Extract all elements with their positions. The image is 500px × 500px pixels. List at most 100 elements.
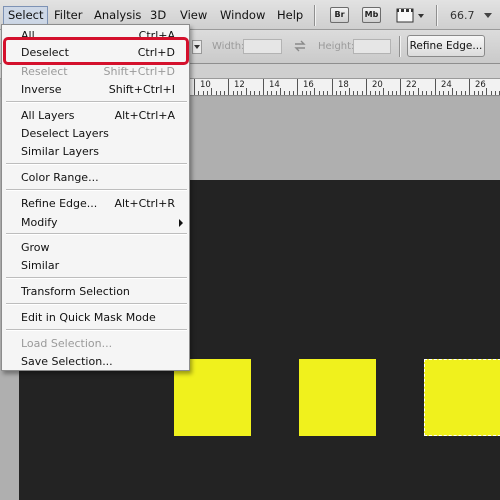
- ruler-tick: [267, 91, 269, 95]
- ruler-tick: [353, 91, 355, 95]
- ruler-tick: [271, 91, 273, 95]
- ruler-tick: [305, 91, 307, 95]
- menu-view[interactable]: View: [180, 7, 207, 24]
- menu-separator: [6, 329, 187, 330]
- ruler-tick: [241, 91, 243, 95]
- chevron-down-icon[interactable]: [484, 13, 492, 18]
- ruler-label: 24: [441, 80, 452, 90]
- ruler-tick: [318, 91, 320, 95]
- menu-separator: [6, 189, 187, 190]
- ruler-tick: [447, 91, 449, 95]
- ruler-tick: [434, 79, 436, 95]
- width-input[interactable]: [243, 39, 282, 54]
- options-divider: [399, 36, 400, 57]
- ruler-tick: [464, 91, 466, 95]
- deselect-highlight: [3, 37, 189, 65]
- ruler-label: 26: [475, 80, 486, 90]
- ruler-label: 12: [234, 80, 245, 90]
- ruler-tick: [258, 91, 260, 95]
- bridge-button[interactable]: Br: [330, 7, 349, 23]
- ruler-tick: [237, 91, 238, 95]
- ruler-tick: [409, 91, 410, 95]
- ruler-tick: [486, 88, 488, 95]
- ruler-tick: [421, 91, 423, 95]
- ruler-tick: [495, 91, 496, 95]
- ruler-tick: [301, 91, 303, 95]
- ruler-tick: [348, 88, 350, 95]
- menu-window[interactable]: Window: [220, 7, 265, 24]
- ruler-tick: [206, 91, 208, 95]
- ruler-tick: [374, 91, 376, 95]
- zoom-level[interactable]: 66.7: [450, 7, 475, 24]
- ruler-tick: [249, 91, 251, 95]
- ruler-tick: [335, 91, 337, 95]
- ruler-tick: [297, 79, 299, 95]
- select-menu: All Ctrl+A Deselect Ctrl+D Reselect Shif…: [1, 24, 190, 371]
- menubar-divider: [314, 5, 315, 26]
- height-input[interactable]: [353, 39, 391, 54]
- ruler-tick: [477, 91, 479, 95]
- style-dropdown-icon[interactable]: [192, 40, 202, 54]
- menu-select[interactable]: Select: [3, 6, 49, 25]
- menu-analysis[interactable]: Analysis: [94, 7, 141, 24]
- ruler-tick: [391, 91, 393, 95]
- menu-separator: [6, 303, 187, 304]
- ruler-tick: [224, 91, 226, 95]
- menu-separator: [6, 233, 187, 234]
- ruler-tick: [219, 91, 221, 95]
- ruler-tick: [194, 79, 195, 95]
- ruler-tick: [383, 88, 385, 95]
- selected-yellow-square[interactable]: [424, 359, 500, 436]
- mini-bridge-button[interactable]: Mb: [362, 7, 381, 23]
- menu-3d[interactable]: 3D: [150, 7, 166, 24]
- horizontal-ruler[interactable]: 10 12 14 16 18 20 22 24 26: [190, 79, 500, 96]
- ruler-tick: [370, 91, 372, 95]
- ruler-tick: [344, 91, 346, 95]
- ruler-tick: [413, 91, 415, 95]
- ruler-tick: [314, 88, 316, 95]
- ruler-tick: [284, 91, 286, 95]
- ruler-tick: [400, 79, 402, 95]
- ruler-tick: [340, 91, 342, 95]
- ruler-label: 14: [269, 80, 280, 90]
- ruler-tick: [426, 91, 428, 95]
- ruler-tick: [327, 91, 329, 95]
- ruler-tick: [280, 88, 281, 95]
- ruler-tick: [202, 91, 204, 95]
- menu-separator: [6, 277, 187, 278]
- ruler-tick: [366, 79, 367, 95]
- ruler-tick: [443, 91, 445, 95]
- screen-mode-icon[interactable]: [396, 8, 426, 27]
- ruler-label: 22: [406, 80, 417, 90]
- ruler-label: 10: [200, 80, 211, 90]
- height-label: Height:: [318, 41, 355, 52]
- menu-separator: [6, 163, 187, 164]
- ruler-tick: [378, 91, 380, 95]
- ruler-tick: [357, 91, 359, 95]
- ruler-tick: [404, 91, 406, 95]
- ruler-tick: [323, 91, 324, 95]
- menu-filter[interactable]: Filter: [54, 7, 82, 24]
- ruler-tick: [245, 88, 247, 95]
- ruler-label: 18: [338, 80, 349, 90]
- ruler-tick: [361, 91, 363, 95]
- ruler-tick: [473, 91, 475, 95]
- ruler-label: 16: [303, 80, 314, 90]
- ruler-tick: [262, 79, 264, 95]
- refine-edge-button[interactable]: Refine Edge...: [407, 35, 485, 57]
- ruler-tick: [430, 91, 432, 95]
- menu-separator: [6, 101, 187, 102]
- ruler-tick: [460, 91, 462, 95]
- swap-icon[interactable]: [293, 39, 307, 56]
- ruler-label: 20: [372, 80, 383, 90]
- ruler-tick: [211, 88, 213, 95]
- ruler-tick: [469, 79, 471, 95]
- menu-help[interactable]: Help: [277, 7, 303, 24]
- ruler-tick: [482, 91, 484, 95]
- ruler-tick: [228, 79, 230, 95]
- menubar-divider: [436, 5, 437, 26]
- yellow-square[interactable]: [299, 359, 376, 436]
- ruler-tick: [387, 91, 389, 95]
- ruler-tick: [232, 91, 234, 95]
- chevron-right-icon: [179, 219, 183, 227]
